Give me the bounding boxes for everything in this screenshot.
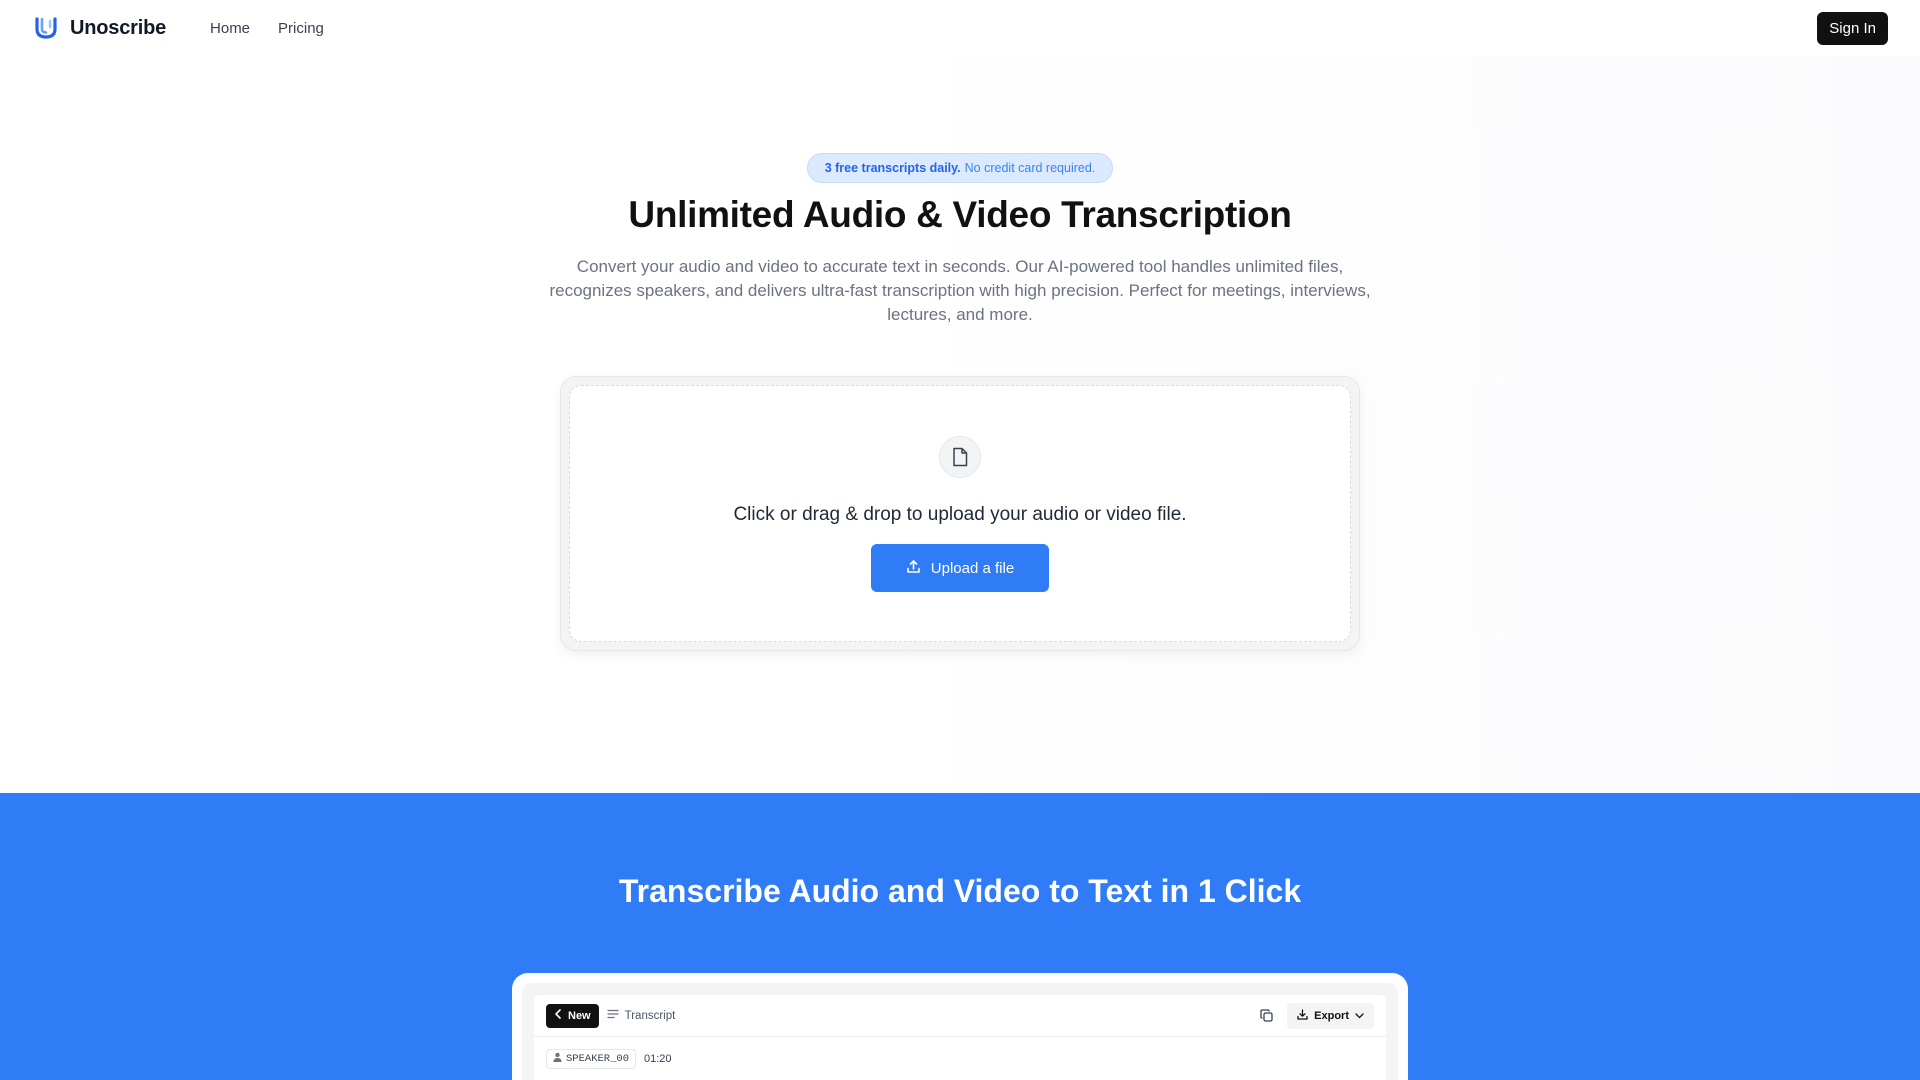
chevron-left-icon [554, 1009, 562, 1022]
top-navbar: Unoscribe Home Pricing Sign In [0, 0, 1920, 56]
user-icon [553, 1052, 562, 1066]
preview-toolbar: New Transcript Export [534, 995, 1386, 1037]
feature-title: Transcribe Audio and Video to Text in 1 … [618, 873, 1302, 909]
brand-name: Unoscribe [70, 16, 167, 39]
new-label: New [568, 1009, 591, 1022]
text-lines-icon [606, 1009, 619, 1022]
free-transcripts-badge: 3 free transcripts daily. No credit card… [807, 153, 1113, 183]
nav-links: Home Pricing [210, 20, 324, 37]
sign-in-button[interactable]: Sign In [1817, 12, 1888, 45]
promo-strong-text: 3 free transcripts daily. [824, 161, 961, 175]
transcript-preview-card: New Transcript Export SPEAKER_00 01:20 [534, 995, 1386, 1080]
page-title: Unlimited Audio & Video Transcription [628, 194, 1292, 235]
export-button[interactable]: Export [1287, 1002, 1374, 1029]
upload-card: Click or drag & drop to upload your audi… [560, 376, 1360, 651]
transcript-tab[interactable]: Transcript [606, 1009, 676, 1022]
feature-section: Transcribe Audio and Video to Text in 1 … [0, 793, 1920, 1080]
upload-file-button[interactable]: Upload a file [871, 544, 1049, 592]
app-preview: New Transcript Export SPEAKER_00 01:20 [512, 973, 1408, 1080]
nav-link-pricing[interactable]: Pricing [278, 20, 324, 37]
brand[interactable]: Unoscribe [32, 14, 166, 42]
copy-icon[interactable] [1255, 1005, 1277, 1027]
file-icon [939, 436, 981, 478]
upload-dropzone[interactable]: Click or drag & drop to upload your audi… [569, 385, 1351, 642]
transcript-label: Transcript [624, 1009, 676, 1022]
hero-description: Convert your audio and video to accurate… [549, 257, 1371, 324]
download-icon [1297, 1008, 1308, 1023]
new-button[interactable]: New [546, 1003, 599, 1028]
upload-prompt: Click or drag & drop to upload your audi… [733, 504, 1187, 525]
export-label: Export [1314, 1009, 1349, 1022]
app-preview-inner: New Transcript Export SPEAKER_00 01:20 [522, 983, 1398, 1080]
speaker-row: SPEAKER_00 01:20 [546, 1049, 672, 1069]
speaker-badge[interactable]: SPEAKER_00 [546, 1049, 637, 1069]
upload-icon [906, 559, 921, 578]
speaker-timestamp: 01:20 [644, 1053, 672, 1065]
chevron-down-icon [1355, 1010, 1364, 1022]
nav-link-home[interactable]: Home [210, 20, 250, 37]
upload-file-label: Upload a file [930, 559, 1015, 577]
speaker-name: SPEAKER_00 [566, 1053, 630, 1065]
preview-toolbar-right: Export [1255, 1002, 1374, 1029]
promo-rest-text: No credit card required. [964, 161, 1096, 175]
hero-section: 3 free transcripts daily. No credit card… [0, 56, 1920, 793]
unoscribe-logo-icon [32, 14, 60, 42]
